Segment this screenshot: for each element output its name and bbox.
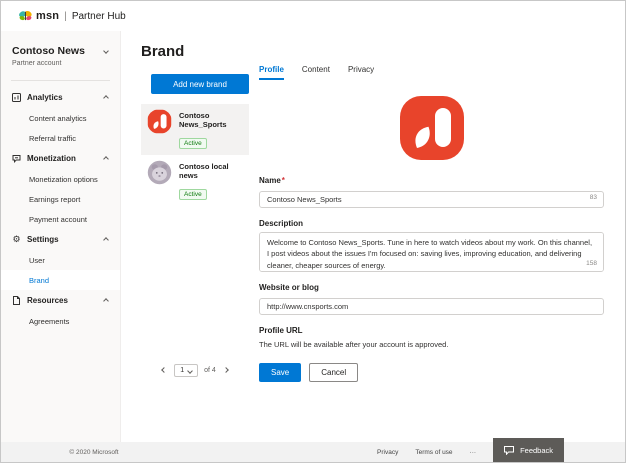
sidebar-item-content-analytics[interactable]: Content analytics	[1, 108, 120, 128]
name-label-text: Name	[259, 176, 281, 185]
sidebar-item-payment-account[interactable]: Payment account	[1, 209, 120, 229]
feedback-button[interactable]: Feedback	[493, 438, 564, 462]
description-textarea[interactable]	[259, 232, 604, 272]
description-field-wrap: 158	[259, 232, 604, 272]
app-header: msn | Partner Hub	[1, 1, 625, 31]
chevron-up-icon[interactable]	[103, 237, 109, 243]
sidebar-item-user[interactable]: User	[1, 250, 120, 270]
sidebar-item-brand[interactable]: Brand	[1, 270, 120, 290]
sidebar-item-earnings-report[interactable]: Earnings report	[1, 189, 120, 209]
sidebar-item-referral-traffic[interactable]: Referral traffic	[1, 128, 120, 148]
add-new-brand-button[interactable]: Add new brand	[151, 74, 249, 94]
sidebar-item-monetization-options[interactable]: Monetization options	[1, 169, 120, 189]
more-menu-button[interactable]: ···	[470, 449, 477, 456]
sidebar-item-agreements[interactable]: Agreements	[1, 311, 120, 331]
document-icon	[12, 296, 21, 305]
pagination: 1 of 4	[141, 364, 249, 377]
name-input[interactable]	[259, 191, 604, 208]
profile-url-help-text: The URL will be available after your acc…	[259, 340, 604, 349]
chevron-down-icon	[187, 368, 193, 374]
sidebar-divider	[11, 80, 110, 81]
footer-links: Privacy Terms of use ···	[377, 449, 476, 456]
footer: © 2020 Microsoft Privacy Terms of use ··…	[1, 442, 625, 462]
tab-privacy[interactable]: Privacy	[348, 65, 374, 80]
partner-hub-window: msn | Partner Hub Contoso News Partner a…	[0, 0, 626, 463]
status-badge: Active	[179, 189, 207, 200]
brand-item-name: Contoso News_Sports	[179, 111, 243, 129]
website-input[interactable]	[259, 298, 604, 315]
next-page-button[interactable]	[222, 365, 230, 376]
feedback-button-label: Feedback	[520, 446, 553, 455]
brand-logo-sports	[147, 109, 172, 134]
sidebar-section-monetization[interactable]: Monetization	[1, 148, 120, 169]
brand-logo-local-news	[147, 160, 172, 185]
brand-list-panel: Brand Add new brand Contoso News_Sports …	[121, 31, 249, 442]
money-chat-icon	[12, 154, 21, 163]
chevron-up-icon[interactable]	[103, 95, 109, 101]
name-field-wrap: 83	[259, 189, 604, 208]
cancel-button[interactable]: Cancel	[309, 363, 358, 382]
main-content: Brand Add new brand Contoso News_Sports …	[121, 31, 625, 442]
msn-butterfly-icon	[18, 10, 33, 22]
profile-tabs: Profile Content Privacy	[259, 65, 604, 80]
chevron-up-icon[interactable]	[103, 156, 109, 162]
page-title: Brand	[141, 43, 249, 60]
sidebar-section-resources[interactable]: Resources	[1, 290, 120, 311]
brand-item-name: Contoso local news	[179, 162, 243, 180]
header-separator: |	[64, 11, 67, 22]
status-badge: Active	[179, 138, 207, 149]
brand-list-item[interactable]: Contoso News_Sports Active	[141, 104, 249, 155]
account-switcher[interactable]: Contoso News Partner account	[1, 45, 120, 67]
terms-of-use-link[interactable]: Terms of use	[415, 449, 452, 456]
website-field-wrap	[259, 296, 604, 315]
required-asterisk: *	[282, 176, 285, 185]
feedback-chat-icon	[504, 446, 514, 455]
msn-wordmark: msn	[36, 10, 59, 22]
sidebar-section-label: Monetization	[27, 154, 76, 163]
chevron-up-icon[interactable]	[103, 298, 109, 304]
account-type: Partner account	[12, 60, 109, 67]
current-page: 1	[180, 367, 184, 374]
brand-logo-large	[400, 96, 464, 160]
copyright-text: © 2020 Microsoft	[1, 449, 187, 456]
sidebar-section-settings[interactable]: ⚙ Settings	[1, 229, 120, 250]
page-total: of 4	[204, 367, 216, 374]
sidebar: Contoso News Partner account Analytics C…	[1, 31, 121, 442]
form-actions: Save Cancel	[259, 363, 604, 382]
privacy-link[interactable]: Privacy	[377, 449, 398, 456]
page-number-select[interactable]: 1	[174, 364, 198, 377]
description-field-label: Description	[259, 219, 604, 228]
tab-profile[interactable]: Profile	[259, 65, 284, 80]
tab-content[interactable]: Content	[302, 65, 330, 80]
poll-icon	[12, 93, 21, 102]
save-button[interactable]: Save	[259, 363, 301, 382]
brand-list-item[interactable]: Contoso local news Active	[141, 155, 249, 206]
sidebar-section-label: Resources	[27, 296, 68, 305]
sidebar-section-label: Analytics	[27, 93, 63, 102]
brand-profile-panel: Profile Content Privacy Name* 83 Descrip…	[249, 31, 625, 442]
account-name: Contoso News	[12, 45, 109, 57]
gear-icon: ⚙	[12, 235, 21, 244]
name-field-label: Name*	[259, 176, 604, 185]
product-title: Partner Hub	[72, 11, 126, 22]
sidebar-section-analytics[interactable]: Analytics	[1, 87, 120, 108]
profile-url-label: Profile URL	[259, 326, 604, 335]
website-field-label: Website or blog	[259, 283, 604, 292]
sidebar-section-label: Settings	[27, 235, 59, 244]
previous-page-button[interactable]	[160, 365, 168, 376]
